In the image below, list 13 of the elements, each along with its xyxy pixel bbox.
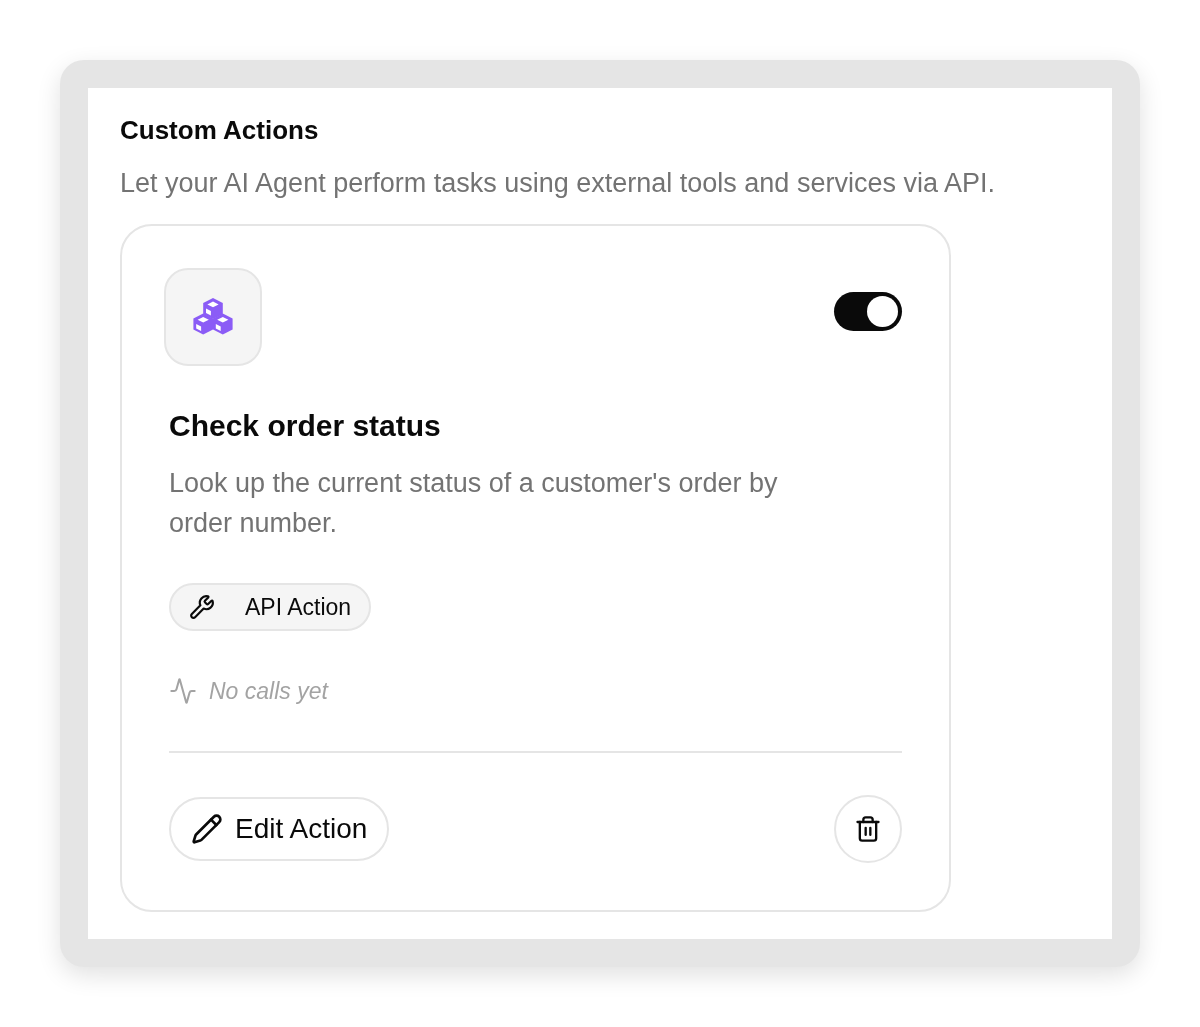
activity-icon: [169, 677, 197, 705]
usage-status: No calls yet: [209, 677, 328, 705]
trash-icon: [854, 815, 882, 843]
api-action-badge: API Action: [169, 583, 372, 631]
wrench-icon: [189, 594, 215, 620]
pencil-icon: [191, 813, 223, 845]
section-subtitle: Let your AI Agent perform tasks using external tools and services via API.: [120, 167, 996, 200]
edit-action-button[interactable]: Edit Action: [169, 797, 390, 861]
action-description: Look up the current status of a customer's order by order number.: [169, 467, 779, 540]
action-title: Check order status: [169, 408, 442, 444]
section-title: Custom Actions: [120, 114, 320, 146]
toggle-switch[interactable]: [834, 292, 902, 331]
cubes-icon: [192, 298, 234, 336]
